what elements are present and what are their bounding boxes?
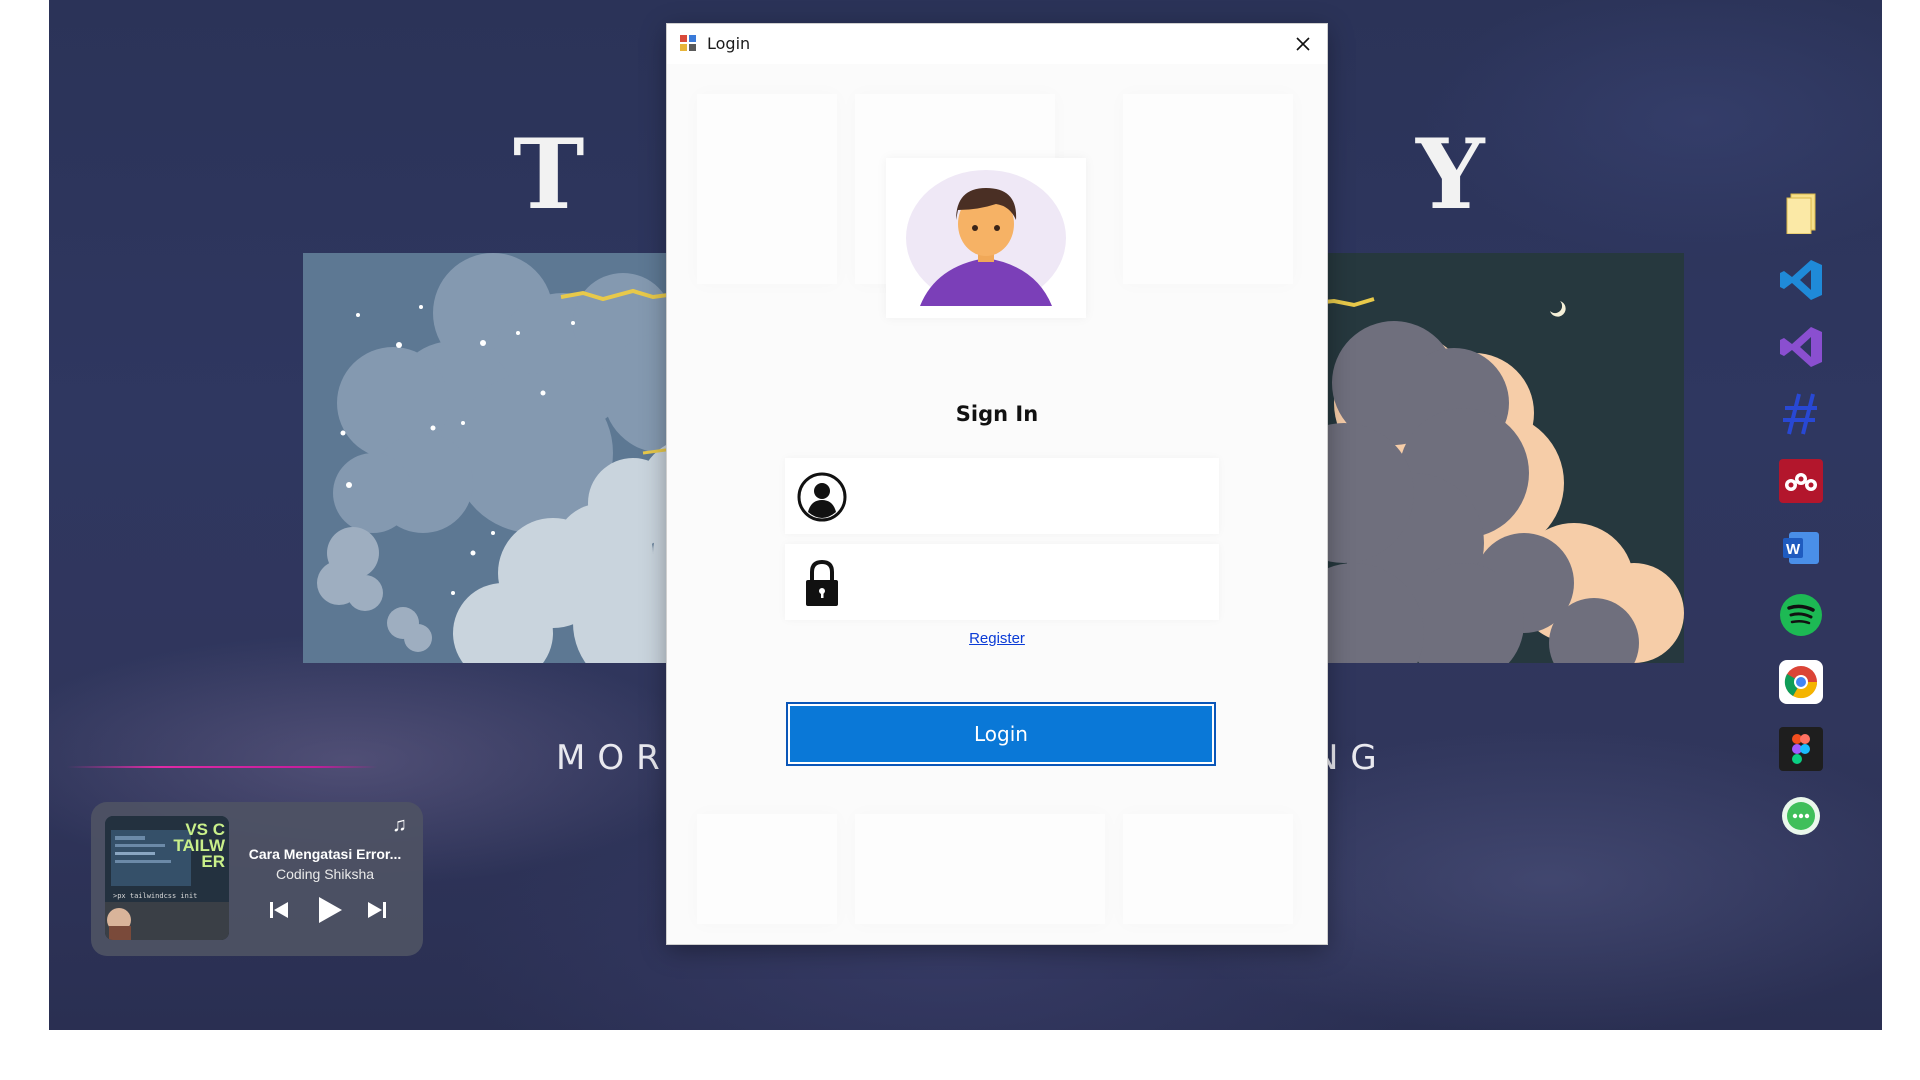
background-panel (697, 94, 837, 284)
password-input[interactable] (863, 564, 1207, 600)
mendeley-icon[interactable] (1776, 456, 1826, 506)
register-link[interactable]: Register (969, 630, 1025, 647)
sign-in-heading: Sign In (955, 402, 1039, 426)
vscode-icon[interactable] (1776, 255, 1826, 305)
word-icon[interactable]: W (1776, 523, 1826, 573)
user-icon (797, 472, 847, 527)
previous-icon[interactable] (267, 898, 291, 927)
close-icon[interactable] (1283, 24, 1323, 64)
lock-icon (797, 558, 847, 613)
app-icon (679, 34, 697, 57)
wallpaper-title-left: T (513, 118, 619, 231)
username-input[interactable] (863, 478, 1207, 514)
music-note-icon: ♫ (392, 814, 407, 836)
media-song-title: Cara Mengatasi Error... (248, 846, 402, 862)
thumbnail-text: VS C TAILW ER (173, 820, 225, 871)
avatar (906, 170, 1066, 306)
figma-icon[interactable] (1776, 724, 1826, 774)
avatar-frame (886, 158, 1086, 318)
background-panel (1123, 94, 1293, 284)
background-panel (855, 814, 1105, 924)
chrome-icon[interactable] (1776, 657, 1826, 707)
username-field[interactable] (785, 458, 1219, 534)
chat-icon[interactable] (1776, 791, 1826, 841)
background-panel (1123, 814, 1293, 924)
visual-studio-icon[interactable] (1776, 322, 1826, 372)
media-player-widget: VS C TAILW ER >px tailwindcss init ♫ Car… (91, 802, 423, 956)
background-panel (697, 814, 837, 924)
video-thumbnail[interactable]: VS C TAILW ER >px tailwindcss init (105, 816, 229, 940)
thumbnail-code: >px tailwindcss init (113, 892, 198, 900)
login-window: Login Sign In Register Login (667, 24, 1327, 944)
svg-text:W: W (1786, 541, 1801, 558)
register-link-row: Register (667, 630, 1327, 647)
play-icon[interactable] (315, 894, 345, 931)
decorative-glow-line (67, 766, 377, 768)
wallpaper-title-right: Y (1416, 118, 1519, 231)
folder-icon[interactable] (1776, 188, 1826, 238)
window-title: Login (707, 34, 751, 53)
window-titlebar[interactable]: Login (667, 24, 1327, 64)
next-icon[interactable] (365, 898, 389, 927)
hashtag-icon[interactable] (1776, 389, 1826, 439)
spotify-icon[interactable] (1776, 590, 1826, 640)
login-button[interactable]: Login (786, 702, 1216, 766)
media-artist: Coding Shiksha (275, 866, 375, 882)
password-field[interactable] (785, 544, 1219, 620)
wallpaper-art-right (1314, 253, 1684, 663)
